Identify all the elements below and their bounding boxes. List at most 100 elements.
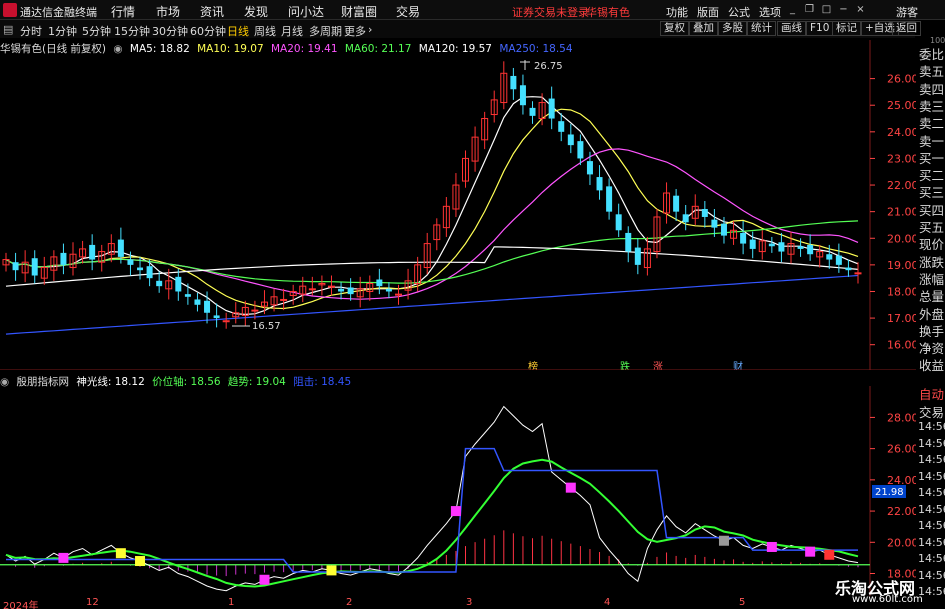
ind-ytick: 28.00 [887, 411, 916, 424]
menu-jiaoyi[interactable]: 交易 [396, 3, 420, 20]
quote-field-16: 换手 [919, 323, 945, 339]
quote-field-3: 卖三 [919, 98, 945, 114]
minimize-icon[interactable]: _ [786, 3, 799, 16]
quote-field-2: 卖四 [919, 81, 945, 97]
candle-body [615, 214, 622, 231]
trade-time-6: 14:56 [918, 519, 945, 532]
huaxian-button[interactable]: 画线 [777, 21, 806, 36]
period-5min[interactable]: 5分钟 [82, 23, 111, 39]
indicator-chart[interactable]: 28.0026.0024.0022.0020.0018.00 21.98 [0, 386, 916, 596]
x-label-12: 12 [86, 597, 99, 608]
user-label[interactable]: 游客 [896, 4, 918, 20]
chevron-right-icon[interactable]: › [368, 23, 372, 36]
current-value-text: 21.98 [875, 487, 904, 498]
candle-body [251, 309, 259, 312]
candle-body [184, 294, 191, 297]
minus-icon[interactable]: − [837, 3, 850, 16]
menu-faxian[interactable]: 发现 [244, 3, 268, 20]
trade-time-1: 14:56 [918, 436, 945, 450]
duogu-button[interactable]: 多股 [718, 21, 747, 36]
period-daily[interactable]: 日线 [227, 23, 249, 39]
period-weekly[interactable]: 周线 [254, 23, 276, 39]
quote-field-9: 买四 [919, 202, 945, 218]
high-price-label: 26.75 [534, 61, 563, 72]
menu-gongneng[interactable]: 功能 [666, 4, 688, 20]
x-label-5: 5 [739, 597, 746, 608]
main-ytick: 21.00 [887, 206, 916, 219]
candle-body [596, 177, 603, 191]
candle-body [308, 288, 316, 291]
candle-body [625, 232, 632, 252]
biaoji-button[interactable]: 标记 [832, 21, 861, 36]
tongji-button[interactable]: 统计 [747, 21, 776, 36]
candle-body [749, 239, 756, 249]
menu-zixun[interactable]: 资讯 [200, 3, 224, 20]
candle-body [778, 242, 785, 252]
candle-body [558, 121, 565, 132]
candle-body [127, 259, 134, 265]
menu-gongshi[interactable]: 公式 [728, 4, 750, 20]
period-15min[interactable]: 15分钟 [114, 23, 150, 39]
restore-icon[interactable]: ❐ [803, 3, 816, 16]
ind-ytick: 26.00 [887, 443, 916, 456]
quote-field-12: 涨跌 [919, 254, 945, 270]
quote-lower-0: 自动 [919, 387, 945, 402]
x-axis: 2024年 12 1 2 3 4 5 [0, 597, 870, 609]
candle-body [117, 239, 124, 257]
quote-field-18: 收益 [919, 358, 945, 374]
ind-ytick: 22.00 [887, 505, 916, 518]
diejia-button[interactable]: 叠加 [689, 21, 718, 36]
back-button[interactable]: 返回 [892, 21, 921, 36]
trade-time-8: 14:56 [918, 552, 945, 565]
candle-body [194, 299, 201, 305]
x-label-3: 3 [466, 597, 473, 608]
period-60min[interactable]: 60分钟 [190, 23, 226, 39]
candle-body [720, 223, 727, 236]
candle-body [280, 298, 288, 301]
chart-settings-icon[interactable]: ▤ [3, 23, 13, 36]
quote-field-5: 卖一 [919, 133, 945, 149]
quote-field-13: 涨幅 [919, 271, 945, 287]
candle-body [634, 247, 641, 265]
main-ytick: 22.00 [887, 179, 916, 192]
fuquan-button[interactable]: 复权 [660, 21, 689, 36]
period-multi[interactable]: 多周期 [309, 23, 342, 39]
quote-lower-1: 交易 [919, 405, 945, 420]
menu-wenxiaoda[interactable]: 问小达 [288, 3, 324, 20]
quote-field-0: 委比 [919, 47, 945, 62]
f10-button[interactable]: F10 [806, 21, 834, 36]
period-30min[interactable]: 30分钟 [152, 23, 188, 39]
main-ytick: 18.00 [887, 285, 916, 298]
menu-caifuquan[interactable]: 财富圈 [341, 3, 377, 20]
event-marker-3: 财 [733, 360, 743, 370]
period-more[interactable]: 更多 [344, 23, 366, 39]
candle-body [137, 267, 144, 271]
main-ytick: 20.00 [887, 232, 916, 245]
period-monthly[interactable]: 月线 [281, 23, 303, 39]
menu-banmian[interactable]: 版面 [697, 4, 719, 20]
event-marker-2: 涨 [653, 361, 663, 370]
period-fenshi[interactable]: 分时 [20, 23, 42, 39]
menu-xuanxiang[interactable]: 选项 [759, 4, 781, 20]
candlestick-chart[interactable]: 26.00 25.00 24.00 23.00 22.00 21.00 20.00 19.00… [0, 40, 916, 370]
signal-box-7 [718, 535, 729, 546]
signal-box-9 [805, 546, 816, 557]
stock-name-top: 华锡有色 [586, 6, 630, 19]
menu-shichang[interactable]: 市场 [156, 3, 180, 20]
quote-field-11: 现价 [919, 237, 945, 253]
candle-body [701, 208, 708, 217]
main-ytick: 23.00 [887, 152, 916, 165]
candle-body [768, 243, 775, 247]
candle-body [845, 267, 852, 271]
x-label-1: 1 [228, 597, 235, 608]
main-ytick: 19.00 [887, 259, 916, 272]
x-label-year: 2024年 [3, 601, 39, 609]
maximize-icon[interactable]: □ [820, 3, 833, 16]
candle-body [146, 266, 153, 279]
period-1min[interactable]: 1分钟 [48, 23, 77, 39]
quote-field-1: 卖五 [919, 64, 945, 80]
candle-body [797, 246, 804, 249]
login-notice[interactable]: 证券交易未登录 [512, 4, 589, 20]
close-icon[interactable]: × [854, 3, 867, 16]
menu-hangqing[interactable]: 行情 [111, 3, 135, 20]
